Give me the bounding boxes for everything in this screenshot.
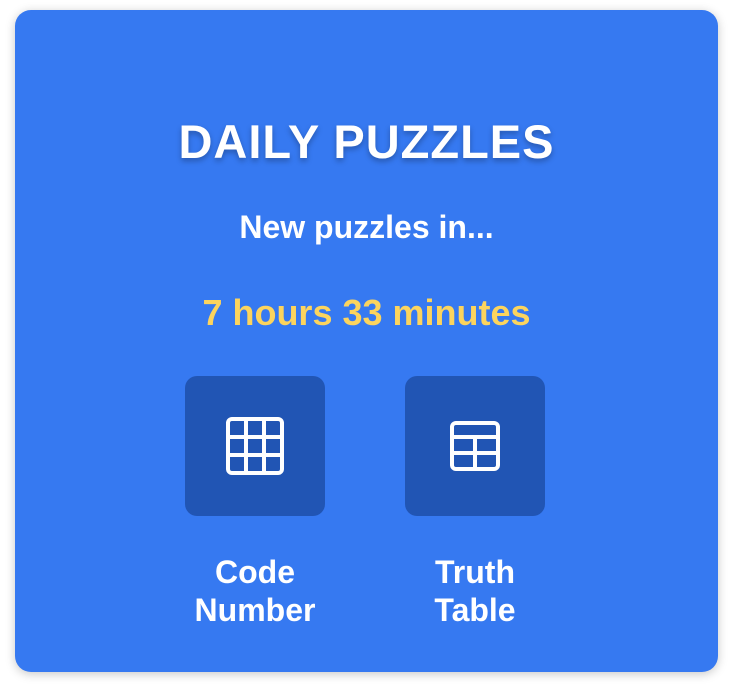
grid-2x2-icon — [450, 421, 500, 471]
puzzle-label-line2: Number — [194, 592, 316, 628]
puzzle-code-number[interactable]: Code Number — [185, 376, 325, 629]
puzzle-label-line1: Code — [215, 554, 295, 590]
card-subtitle: New puzzles in... — [239, 209, 494, 245]
puzzle-label-line2: Table — [434, 592, 516, 628]
puzzle-truth-table[interactable]: Truth Table — [405, 376, 545, 629]
puzzle-tile[interactable] — [405, 376, 545, 516]
countdown-timer: 7 hours 33 minutes — [202, 292, 531, 333]
card-title: DAILY PUZZLES — [178, 115, 555, 168]
puzzle-tile[interactable] — [185, 376, 325, 516]
puzzle-label[interactable]: Code Number — [165, 553, 345, 629]
grid-3x3-icon — [226, 417, 284, 475]
puzzle-label-line1: Truth — [435, 554, 515, 590]
puzzle-label[interactable]: Truth Table — [385, 553, 565, 629]
daily-puzzles-card: DAILY PUZZLES New puzzles in... 7 hours … — [15, 10, 718, 672]
